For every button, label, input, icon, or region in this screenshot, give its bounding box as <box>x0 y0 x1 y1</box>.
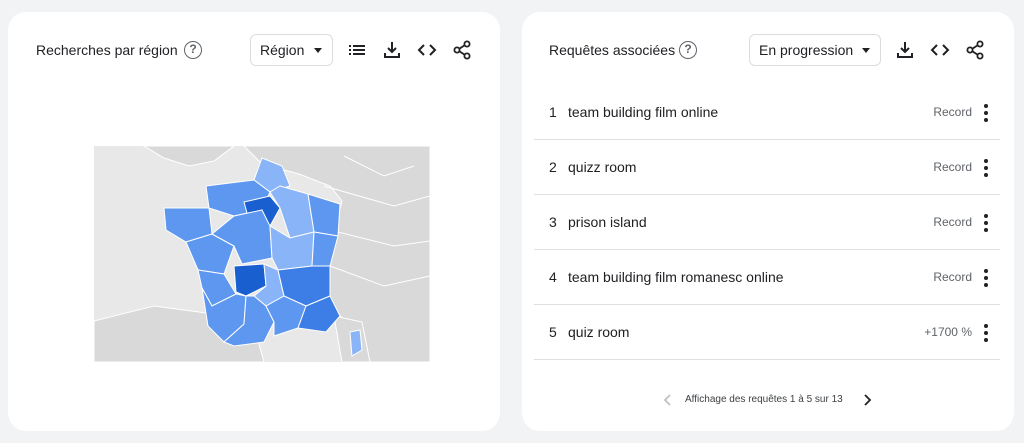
list-item[interactable]: 1 team building film online Record <box>534 85 1000 140</box>
share-icon[interactable] <box>451 39 473 61</box>
code-embed-icon[interactable] <box>416 39 438 61</box>
queries-sort-select[interactable]: En progression <box>749 34 881 66</box>
row-value: Record <box>933 160 972 174</box>
row-value: Record <box>933 105 972 119</box>
map-uk <box>143 146 235 167</box>
share-icon[interactable] <box>964 39 986 61</box>
related-queries-card: Requêtes associées ? En progression 1 te… <box>522 12 1014 431</box>
row-rank: 5 <box>549 324 557 340</box>
more-vert-icon[interactable] <box>978 213 994 233</box>
row-query-link[interactable]: quizz room <box>568 140 636 195</box>
region-select-value: Région <box>260 42 305 58</box>
queries-list: 1 team building film online Record 2 qui… <box>534 85 1000 360</box>
row-query-link[interactable]: prison island <box>568 195 647 250</box>
caret-down-icon <box>862 48 870 53</box>
help-circle-icon[interactable]: ? <box>184 41 202 59</box>
row-value: +1700 % <box>924 325 972 339</box>
queries-card-title: Requêtes associées <box>549 42 676 58</box>
france-map-svg[interactable] <box>94 146 430 362</box>
region-card-title: Recherches par région <box>36 42 178 58</box>
row-query-link[interactable]: quiz room <box>568 305 629 360</box>
list-item[interactable]: 4 team building film romanesc online Rec… <box>534 250 1000 305</box>
chevron-right-icon[interactable] <box>859 392 875 408</box>
row-query-link[interactable]: team building film romanesc online <box>568 250 784 305</box>
region-card-header: Recherches par région ? Région <box>8 34 500 66</box>
caret-down-icon <box>314 48 322 53</box>
chevron-left-icon[interactable] <box>660 392 676 408</box>
region-interest-card: Recherches par région ? Région <box>8 12 500 431</box>
download-icon[interactable] <box>381 39 403 61</box>
row-value: Record <box>933 270 972 284</box>
row-rank: 2 <box>549 159 557 175</box>
more-vert-icon[interactable] <box>978 323 994 343</box>
region-resolution-select[interactable]: Région <box>250 34 333 66</box>
row-rank: 3 <box>549 214 557 230</box>
list-item[interactable]: 2 quizz room Record <box>534 140 1000 195</box>
download-icon[interactable] <box>894 39 916 61</box>
list-item[interactable]: 3 prison island Record <box>534 195 1000 250</box>
code-embed-icon[interactable] <box>929 39 951 61</box>
pagination: Affichage des requêtes 1 à 5 sur 13 <box>522 392 1014 408</box>
help-circle-icon[interactable]: ? <box>679 41 697 59</box>
queries-card-header: Requêtes associées ? En progression <box>522 34 1014 66</box>
more-vert-icon[interactable] <box>978 268 994 288</box>
list-item[interactable]: 5 quiz room +1700 % <box>534 305 1000 360</box>
pagination-label: Affichage des requêtes 1 à 5 sur 13 <box>685 394 843 405</box>
more-vert-icon[interactable] <box>978 103 994 123</box>
region-map[interactable] <box>94 146 430 362</box>
row-value: Record <box>933 215 972 229</box>
queries-select-value: En progression <box>759 42 854 58</box>
row-rank: 1 <box>549 104 557 120</box>
row-rank: 4 <box>549 269 557 285</box>
row-query-link[interactable]: team building film online <box>568 85 718 140</box>
list-icon[interactable] <box>346 39 368 61</box>
more-vert-icon[interactable] <box>978 158 994 178</box>
